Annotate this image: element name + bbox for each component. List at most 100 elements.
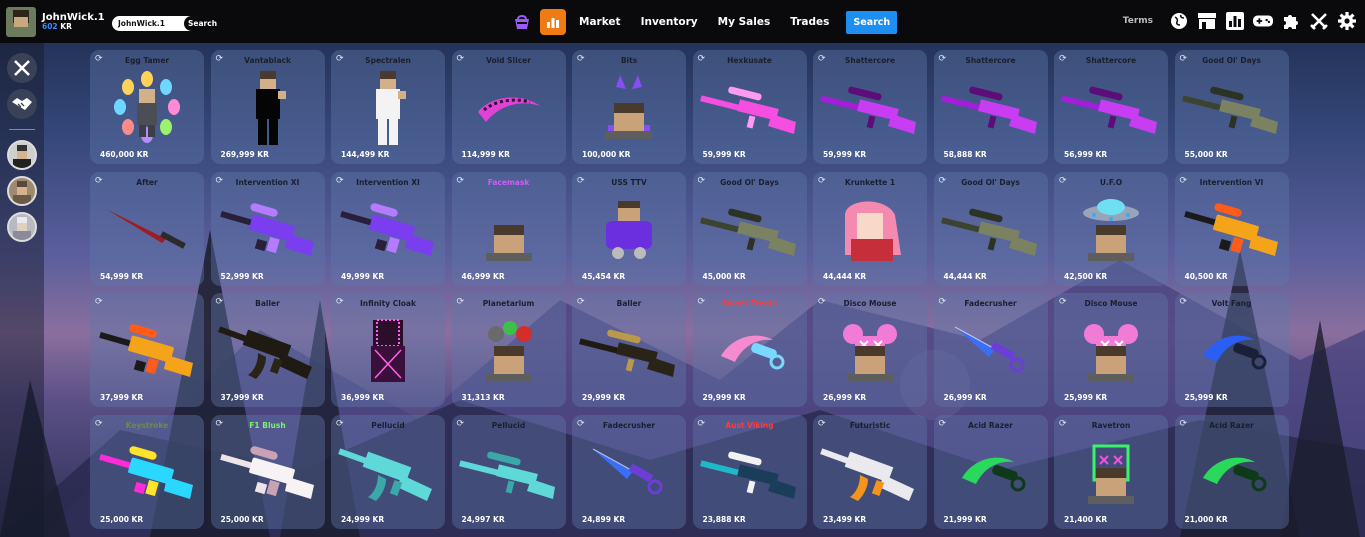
user-search-button[interactable]: Search	[184, 16, 222, 31]
item-card[interactable]: ⟳ Shattercore 59,999 KR	[813, 50, 927, 164]
item-card[interactable]: ⟳ Aust Viking 23,888 KR	[692, 414, 807, 529]
item-card[interactable]: ⟳ Ravetron 21,400 KR	[1054, 414, 1168, 529]
item-image	[94, 433, 200, 513]
item-card[interactable]: ⟳ Intervention XI 49,999 KR	[331, 171, 445, 286]
puzzle-icon[interactable]	[1281, 11, 1301, 31]
item-card[interactable]: ⟳ Spectralen 144,499 KR	[331, 50, 445, 164]
item-card[interactable]: ⟳ Good Ol' Days 44,444 KR	[933, 171, 1048, 286]
item-card[interactable]: ⟳ Good Ol' Days 45,000 KR	[692, 171, 807, 286]
item-card[interactable]: ⟳ Planetarium 31,313 KR	[451, 293, 566, 407]
item-card[interactable]: ⟳ Baller 37,999 KR	[210, 293, 325, 407]
item-card[interactable]: ⟳ U.F.O 42,500 KR	[1054, 171, 1168, 286]
item-price: 100,000 KR	[582, 150, 631, 159]
item-card[interactable]: ⟳ Void Slicer 114,999 KR	[451, 50, 566, 164]
swords-icon[interactable]	[1309, 11, 1329, 31]
item-image	[335, 190, 441, 270]
settings-gear-icon[interactable]	[1337, 11, 1357, 31]
item-card[interactable]: ⟳ Fadecrusher 24,899 KR	[572, 414, 686, 529]
stats-icon[interactable]	[540, 9, 566, 35]
item-card[interactable]: ⟳ Volt Fang 25,999 KR	[1174, 293, 1289, 407]
item-card[interactable]: ⟳ Disco Mouse 26,999 KR	[813, 293, 927, 407]
item-card[interactable]: ⟳ Intervention VI 40,500 KR	[1174, 171, 1289, 286]
main-nav: Market Inventory My Sales Trades Search	[510, 9, 898, 35]
item-card[interactable]: ⟳ Keystroke 25,000 KR	[90, 414, 204, 529]
item-card[interactable]: ⟳ Good Ol' Days 55,000 KR	[1174, 50, 1289, 164]
item-name: After	[136, 177, 158, 187]
item-name: Keystroke	[125, 420, 169, 430]
left-sidebar	[0, 43, 44, 537]
item-name: Good Ol' Days	[961, 177, 1020, 187]
user-search-input[interactable]	[112, 19, 184, 28]
item-card[interactable]: ⟳ Futuristic 23,499 KR	[813, 414, 927, 529]
item-name: Bits	[620, 56, 638, 65]
friend-avatar[interactable]	[7, 176, 37, 206]
nav-trades[interactable]: Trades	[783, 16, 836, 28]
item-price: 114,999 KR	[461, 150, 510, 159]
item-card[interactable]: ⟳ Facemask 46,999 KR	[451, 171, 566, 286]
item-card[interactable]: ⟳ Shattercore 58,888 KR	[933, 50, 1048, 164]
avatar[interactable]	[6, 6, 36, 37]
item-card[interactable]: ⟳ 37,999 KR	[90, 293, 204, 407]
friend-avatar[interactable]	[7, 212, 37, 242]
header-icons: Terms	[1123, 11, 1357, 31]
item-image	[94, 190, 200, 270]
item-name: Baller	[616, 299, 642, 308]
item-name: U.F.O	[1099, 177, 1123, 187]
shop-icon[interactable]	[1197, 11, 1217, 31]
item-card[interactable]: ⟳ Krunkette 1 44,444 KR	[813, 171, 927, 286]
item-price: 29,999 KR	[582, 393, 626, 402]
item-card[interactable]: ⟳ Baller 29,999 KR	[572, 293, 686, 407]
item-name: Sweet Treats	[722, 299, 777, 308]
item-card[interactable]: ⟳ F1 Blush 25,000 KR	[210, 414, 325, 529]
balance: 602 KR	[42, 22, 105, 31]
item-card[interactable]: ⟳ Hexkusate 59,999 KR	[692, 50, 807, 164]
globe-icon[interactable]	[1169, 11, 1189, 31]
item-image	[215, 311, 321, 391]
item-card[interactable]: ⟳ Intervention XI 52,999 KR	[210, 171, 325, 286]
item-name: Acid Razer	[968, 420, 1013, 430]
item-card[interactable]: ⟳ Bits 100,000 KR	[572, 50, 686, 164]
item-card[interactable]: ⟳ Sweet Treats 29,999 KR	[692, 293, 807, 407]
item-card[interactable]: ⟳ Acid Razer 21,000 KR	[1174, 414, 1289, 529]
gamepad-icon[interactable]	[1253, 11, 1273, 31]
nav-search-button[interactable]: Search	[846, 10, 898, 34]
item-name: Shattercore	[965, 56, 1016, 65]
nav-market[interactable]: Market	[572, 16, 628, 28]
item-image	[697, 190, 803, 270]
item-card[interactable]: ⟳ Acid Razer 21,999 KR	[933, 414, 1048, 529]
item-image	[817, 68, 923, 148]
item-price: 40,500 KR	[1184, 271, 1228, 281]
item-price: 37,999 KR	[220, 393, 264, 402]
item-card[interactable]: ⟳ Fadecrusher 26,999 KR	[933, 293, 1048, 407]
item-image	[938, 433, 1044, 513]
leaderboard-icon[interactable]	[1225, 11, 1245, 31]
nav-my-sales[interactable]: My Sales	[711, 16, 778, 28]
item-card[interactable]: ⟳ USS TTV 45,454 KR	[572, 171, 686, 286]
item-price: 36,999 KR	[341, 393, 385, 402]
handshake-icon[interactable]	[7, 89, 37, 119]
item-name: Pellucid	[491, 420, 526, 430]
item-card[interactable]: ⟳ Infinity Cloak 36,999 KR	[331, 293, 445, 407]
item-image	[94, 68, 200, 148]
refresh-icon[interactable]: ⟳	[95, 297, 103, 307]
item-image	[215, 433, 321, 513]
item-name: Intervention VI	[1199, 177, 1264, 187]
item-image	[335, 68, 441, 148]
item-card[interactable]: ⟳ Pellucid 24,997 KR	[451, 414, 566, 529]
item-card[interactable]: ⟳ Shattercore 56,999 KR	[1054, 50, 1168, 164]
item-price: 25,999 KR	[1064, 393, 1108, 402]
battles-swords-icon[interactable]	[7, 53, 37, 83]
item-card[interactable]: ⟳ Egg Tamer 460,000 KR	[90, 50, 204, 164]
sidebar-divider	[9, 129, 35, 130]
item-card[interactable]: ⟳ Vantablack 269,999 KR	[210, 50, 325, 164]
item-card[interactable]: ⟳ Disco Mouse 25,999 KR	[1054, 293, 1168, 407]
basket-icon[interactable]	[510, 10, 534, 34]
item-name: Futuristic	[849, 420, 891, 430]
item-price: 37,999 KR	[100, 393, 144, 402]
item-image	[938, 190, 1044, 270]
nav-inventory[interactable]: Inventory	[634, 16, 705, 28]
friend-avatar[interactable]	[7, 140, 37, 170]
item-card[interactable]: ⟳ After 54,999 KR	[90, 171, 204, 286]
item-card[interactable]: ⟳ Pellucid 24,999 KR	[331, 414, 445, 529]
terms-link[interactable]: Terms	[1123, 16, 1153, 26]
